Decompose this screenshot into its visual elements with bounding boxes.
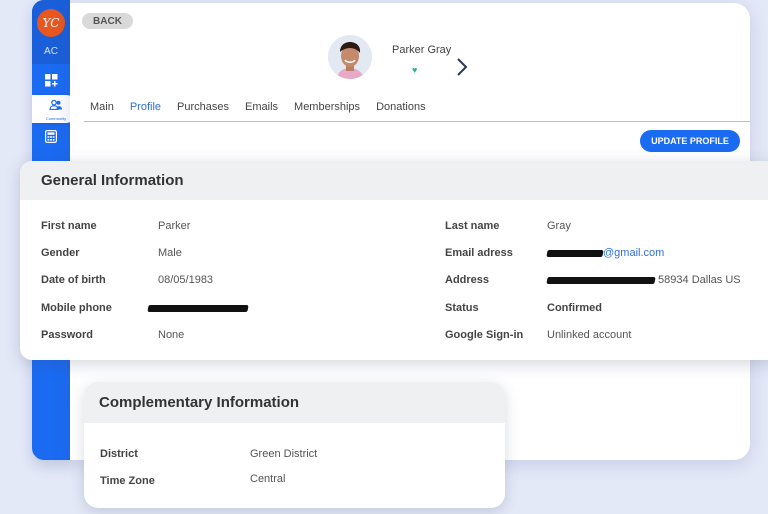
district-value: Green District (250, 448, 318, 460)
profile-tabs: Main Profile Purchases Emails Membership… (84, 99, 750, 122)
last-name-label: Last name (445, 220, 500, 232)
complementary-information-title: Complementary Information (84, 382, 505, 423)
tab-purchases[interactable]: Purchases (177, 99, 229, 121)
tab-donations[interactable]: Donations (376, 99, 426, 121)
avatar (328, 35, 372, 79)
tab-memberships[interactable]: Memberships (294, 99, 360, 121)
email-domain: @gmail.com (603, 247, 665, 259)
last-name-value: Gray (547, 220, 571, 232)
date-of-birth-value: 08/05/1983 (158, 274, 214, 286)
gender-label: Gender (41, 247, 80, 259)
update-profile-button[interactable]: UPDATE PROFILE (640, 130, 740, 152)
tab-profile[interactable]: Profile (130, 99, 161, 121)
dashboard-add-icon[interactable] (43, 72, 59, 88)
address-value: 58934 Dallas US (546, 274, 741, 286)
heart-icon[interactable]: ♥ (412, 65, 417, 75)
community-icon (49, 97, 63, 115)
redaction-mark (546, 276, 656, 284)
back-button[interactable]: BACK (82, 13, 133, 29)
time-zone-label: Time Zone (100, 475, 155, 487)
date-of-birth-label: Date of birth (41, 274, 106, 286)
google-signin-value: Unlinked account (547, 329, 632, 341)
password-value: None (158, 329, 185, 341)
email-value[interactable]: @gmail.com (546, 247, 665, 259)
first-name-value: Parker (158, 220, 191, 232)
sidebar-item-label: Community (45, 116, 67, 121)
general-information-title: General Information (20, 161, 768, 200)
redaction-mark (147, 304, 249, 312)
address-suffix: 58934 Dallas US (655, 274, 741, 286)
chevron-right-icon[interactable] (455, 57, 469, 77)
calculator-icon[interactable] (43, 128, 59, 144)
tab-main[interactable]: Main (90, 99, 114, 121)
redaction-mark (546, 249, 604, 257)
mobile-phone-value (147, 302, 249, 314)
status-label: Status (445, 302, 479, 314)
address-label: Address (445, 274, 490, 286)
tab-emails[interactable]: Emails (245, 99, 278, 121)
first-name-label: First name (41, 220, 97, 232)
general-information-card: General Information First name Parker Ge… (20, 161, 768, 360)
complementary-information-card: Complementary Information District Green… (84, 382, 505, 508)
status-value: Confirmed (547, 302, 602, 314)
email-label: Email adress (445, 247, 513, 259)
google-signin-label: Google Sign-in (445, 329, 524, 341)
password-label: Password (41, 329, 93, 341)
user-name: Parker Gray (392, 44, 452, 56)
district-label: District (100, 448, 138, 460)
app-logo[interactable]: YC (37, 9, 65, 37)
user-initials[interactable]: AC (32, 46, 70, 57)
time-zone-value: Central (250, 473, 286, 485)
mobile-phone-label: Mobile phone (41, 302, 112, 314)
gender-value: Male (158, 247, 182, 259)
